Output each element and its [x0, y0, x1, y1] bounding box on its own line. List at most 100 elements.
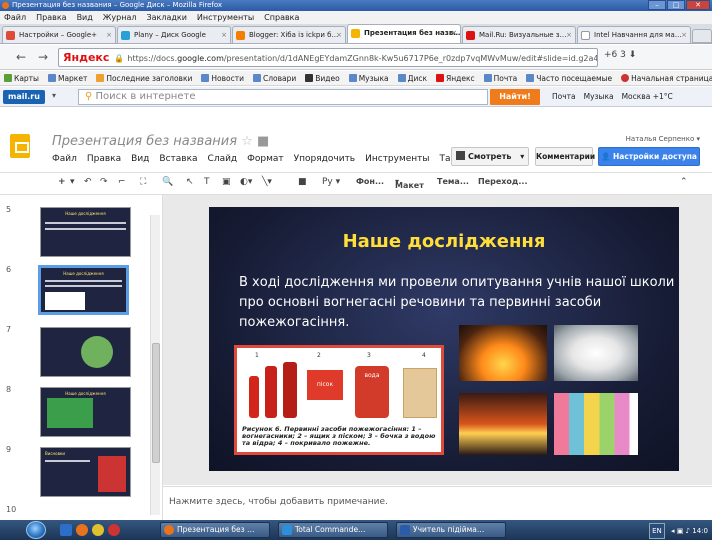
- menu-edit[interactable]: Правка: [36, 11, 66, 24]
- shape-icon[interactable]: ◐▾: [240, 177, 252, 187]
- taskbar-presentation[interactable]: Презентация без …: [160, 522, 270, 538]
- tab-google-plus[interactable]: Настройки – Google+ ×: [2, 26, 116, 43]
- scrollbar-thumb[interactable]: [152, 343, 160, 463]
- slides-menu-view[interactable]: Вид: [131, 154, 149, 164]
- select-cursor-icon[interactable]: ↖: [186, 177, 194, 187]
- menu-tools[interactable]: Инструменты: [197, 11, 254, 24]
- fire-equipment-figure[interactable]: 1 2 3 4 пісок вода Рисунок 6. Первинні з…: [234, 345, 444, 455]
- bookmark-disk[interactable]: Диск: [397, 71, 427, 85]
- fire-photo[interactable]: [459, 325, 547, 381]
- theme-button[interactable]: Тема...: [437, 177, 469, 186]
- nav-right-tools[interactable]: +6 3 ⬇: [604, 50, 636, 60]
- layout-button[interactable]: Макет ▾: [395, 177, 424, 190]
- bookmark-dictionaries[interactable]: Словари: [252, 71, 296, 85]
- taskbar-total-commander[interactable]: Total Commande…: [278, 522, 388, 538]
- user-name[interactable]: Наталья Серпенко ▾: [626, 135, 700, 143]
- redo-icon[interactable]: ↷: [100, 177, 108, 187]
- chevron-down-icon[interactable]: ▾: [520, 152, 524, 161]
- share-button[interactable]: 👤 Настройки доступа: [598, 147, 700, 166]
- tray-icons[interactable]: ◂ ▣ ♪: [671, 527, 690, 535]
- collapse-toolbar-icon[interactable]: ⌃: [680, 177, 688, 187]
- close-window-button[interactable]: ✕: [686, 0, 710, 10]
- find-button[interactable]: Найти!: [490, 89, 540, 105]
- thumbnail-scrollbar[interactable]: [150, 215, 160, 515]
- tab-close-icon[interactable]: ×: [221, 27, 227, 43]
- bookmark-news[interactable]: Новости: [201, 71, 244, 85]
- foam-photo[interactable]: [554, 325, 638, 381]
- paint-format-icon[interactable]: ⌐: [118, 177, 126, 187]
- text-box-icon[interactable]: T: [204, 177, 210, 187]
- menu-view[interactable]: Вид: [77, 11, 93, 24]
- slides-menu-tools[interactable]: Инструменты: [365, 154, 429, 164]
- minimize-button[interactable]: –: [648, 0, 666, 10]
- undo-icon[interactable]: ↶: [84, 177, 92, 187]
- music-link[interactable]: Музыка: [584, 90, 614, 104]
- tab-close-icon[interactable]: ×: [566, 27, 572, 43]
- opera-icon[interactable]: [108, 524, 120, 536]
- firefox-icon[interactable]: [76, 524, 88, 536]
- search-input[interactable]: ⚲ Поиск в интернете: [78, 89, 488, 105]
- bookmark-latest-headlines[interactable]: Последние заголовки: [96, 71, 192, 85]
- document-title[interactable]: Презентация без названия ☆ ■: [52, 134, 269, 149]
- line-icon[interactable]: ╲▾: [262, 177, 272, 187]
- speaker-notes-input[interactable]: Нажмите здесь, чтобы добавить примечание…: [163, 486, 712, 518]
- menu-help[interactable]: Справка: [264, 11, 299, 24]
- tab-blogger[interactable]: Blogger: Хіба із ісkри б… ×: [232, 26, 346, 43]
- bookmark-home-page[interactable]: Начальная страница: [621, 71, 712, 85]
- menu-history[interactable]: Журнал: [103, 11, 137, 24]
- comment-icon[interactable]: ■: [298, 177, 307, 187]
- tab-presentation[interactable]: Презентация без назв… ×: [347, 24, 461, 43]
- dropdown-icon[interactable]: ▾: [52, 91, 56, 100]
- bookmark-mail[interactable]: Почта: [483, 71, 517, 85]
- slide-thumbnail-8[interactable]: Наше дослідження: [40, 387, 131, 437]
- bookmark-yandex[interactable]: Яндекс: [436, 71, 475, 85]
- back-arrow-icon[interactable]: ←: [16, 50, 26, 64]
- gas-cylinders-photo[interactable]: [554, 393, 638, 455]
- mailru-logo[interactable]: mail.ru: [3, 90, 45, 104]
- firefighters-photo[interactable]: [459, 393, 547, 455]
- tab-close-icon[interactable]: ×: [106, 27, 112, 43]
- current-slide[interactable]: Наше дослідження В ході дослідження ми п…: [209, 207, 679, 471]
- slides-menu-edit[interactable]: Правка: [87, 154, 121, 164]
- comments-button[interactable]: Комментарии: [535, 147, 595, 166]
- slides-menu-arrange[interactable]: Упорядочить: [294, 154, 355, 164]
- new-tab-button[interactable]: [692, 29, 712, 43]
- add-slide-icon[interactable]: +: [58, 177, 66, 187]
- bookmark-market[interactable]: Маркет: [47, 71, 87, 85]
- start-button[interactable]: [26, 521, 46, 539]
- forward-arrow-icon[interactable]: →: [38, 50, 48, 64]
- special-chars-icon[interactable]: Ру ▾: [322, 177, 340, 187]
- background-button[interactable]: Фон...: [356, 177, 384, 186]
- transition-button[interactable]: Переход...: [478, 177, 528, 186]
- bookmark-video[interactable]: Видео: [305, 71, 340, 85]
- chrome-icon[interactable]: [92, 524, 104, 536]
- tab-intel[interactable]: Intel Навчання для ма… ×: [577, 26, 691, 43]
- slides-menu-format[interactable]: Формат: [247, 154, 284, 164]
- slide-title[interactable]: Наше дослідження: [209, 231, 679, 252]
- mail-link[interactable]: Почта: [552, 90, 576, 104]
- tab-mailru[interactable]: Mail.Ru: Визуальные з… ×: [462, 26, 576, 43]
- folder-icon[interactable]: ■: [257, 134, 269, 149]
- maximize-button[interactable]: □: [667, 0, 685, 10]
- bookmark-music[interactable]: Музыка: [348, 71, 389, 85]
- taskbar-word-document[interactable]: Учитель підійма…: [396, 522, 506, 538]
- star-icon[interactable]: ☆: [241, 134, 253, 149]
- bookmark-most-visited[interactable]: Часто посещаемые: [526, 71, 612, 85]
- present-button[interactable]: Смотреть ▾: [451, 147, 529, 166]
- tab-close-icon[interactable]: ×: [681, 27, 687, 43]
- language-indicator[interactable]: EN: [649, 523, 665, 539]
- tab-google-drive[interactable]: Plany – Диск Google ×: [117, 26, 231, 43]
- clock[interactable]: 14:0: [692, 527, 708, 535]
- slide-thumbnail-5[interactable]: Наше дослідження: [40, 207, 131, 257]
- slides-menu-file[interactable]: Файл: [52, 154, 77, 164]
- menu-file[interactable]: Файл: [4, 11, 26, 24]
- tab-close-icon[interactable]: ×: [336, 27, 342, 43]
- bookmark-maps[interactable]: Карты: [4, 71, 39, 85]
- slides-logo-icon[interactable]: [10, 134, 30, 158]
- slide-thumbnail-9[interactable]: Висновки: [40, 447, 131, 497]
- slide-body-text[interactable]: В ході дослідження ми провели опитування…: [239, 273, 679, 333]
- explorer-icon[interactable]: [60, 524, 72, 536]
- image-icon[interactable]: ▣: [222, 177, 231, 187]
- slide-thumbnail-6[interactable]: Наше дослідження: [38, 265, 129, 315]
- slides-menu-slide[interactable]: Слайд: [208, 154, 238, 164]
